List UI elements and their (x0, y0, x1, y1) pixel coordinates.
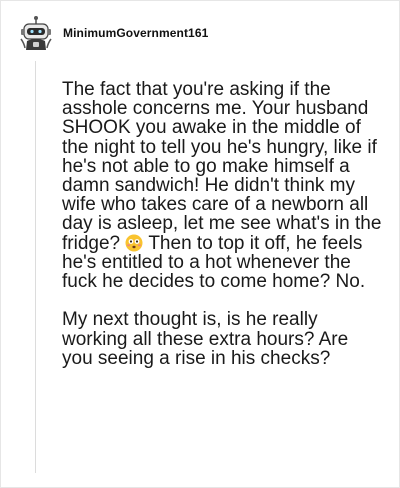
comment-text-before-emoji: The fact that you're asking if the assho… (62, 79, 382, 254)
comment-body: The fact that you're asking if the assho… (62, 80, 384, 368)
thread-line[interactable] (35, 61, 36, 473)
comment-paragraph: The fact that you're asking if the assho… (62, 80, 384, 291)
snoo-robot-avatar-icon[interactable] (19, 15, 53, 51)
username[interactable]: MinimumGovernment161 (63, 26, 208, 40)
flushed-face-emoji-icon (125, 234, 143, 252)
comment-paragraph-2: My next thought is, is he really working… (62, 309, 349, 369)
comment-header: MinimumGovernment161 (19, 15, 208, 51)
comment-card: MinimumGovernment161 The fact that you'r… (0, 0, 400, 488)
